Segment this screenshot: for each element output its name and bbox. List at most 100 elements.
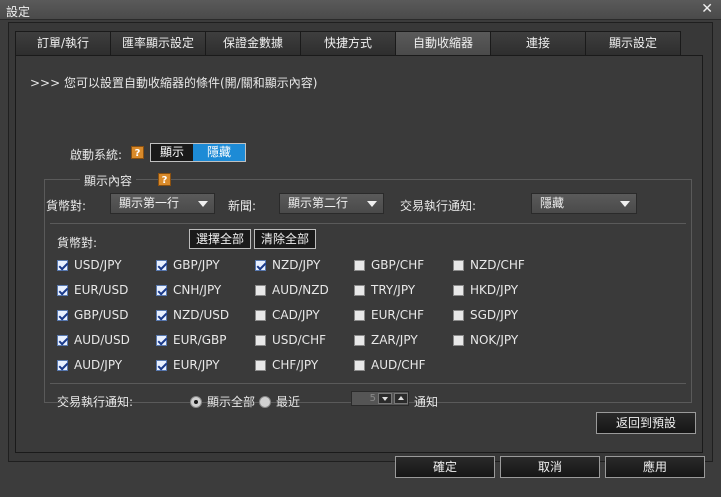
tab-5[interactable]: 自動收縮器 (395, 31, 491, 55)
pair-checkbox[interactable]: USD/CHF (255, 333, 326, 347)
chevron-down-icon (367, 201, 377, 207)
pair-checkbox[interactable]: CHF/JPY (255, 358, 318, 372)
tab-3[interactable]: 保證金數據 (205, 31, 301, 55)
pair-checkbox[interactable]: EUR/USD (57, 283, 128, 297)
title-bar: 設定 ✕ (0, 0, 721, 20)
radio-dot-icon (259, 395, 271, 408)
checkbox-checked-icon (57, 359, 68, 371)
pair-checkbox[interactable]: GBP/JPY (156, 258, 220, 272)
pair-label: AUD/CHF (371, 358, 426, 372)
pair-checkbox[interactable]: AUD/JPY (57, 358, 122, 372)
radio-dot-icon (190, 395, 202, 408)
reset-defaults-button[interactable]: 返回到預設 (596, 412, 696, 434)
settings-dialog: 訂單/執行 匯率顯示設定 保證金數據 快捷方式 自動收縮器 連接 顯示設定 >>> 您可以設… (8, 22, 713, 462)
chevron-down-icon (620, 201, 630, 207)
pair-checkbox[interactable]: AUD/NZD (255, 283, 329, 297)
pair-label: NZD/USD (173, 308, 230, 322)
tab-1[interactable]: 訂單/執行 (15, 31, 111, 55)
startup-label: 啟動系統: (70, 148, 123, 162)
pair-checkbox[interactable]: AUD/CHF (354, 358, 426, 372)
trade-notify-select[interactable]: 隱藏 (531, 193, 637, 214)
increment-icon[interactable] (394, 393, 408, 404)
show-all-radio[interactable]: 顯示全部 (190, 393, 255, 410)
pair-label: EUR/CHF (371, 308, 425, 322)
checkbox-checked-icon (57, 309, 68, 321)
ok-button[interactable]: 確定 (395, 456, 495, 478)
tab-bar: 訂單/執行 匯率顯示設定 保證金數據 快捷方式 自動收縮器 連接 顯示設定 (15, 31, 681, 55)
checkbox-empty-icon (354, 284, 365, 296)
pair-label: NZD/CHF (470, 258, 525, 272)
pair-checkbox[interactable]: EUR/CHF (354, 308, 424, 322)
checkbox-checked-icon (156, 359, 167, 371)
pair-checkbox[interactable]: CAD/JPY (255, 308, 320, 322)
divider (50, 383, 686, 384)
checkbox-checked-icon (156, 259, 167, 271)
chevron-down-icon (198, 201, 208, 207)
checkbox-empty-icon (354, 334, 365, 346)
news-row-select[interactable]: 顯示第二行 (279, 193, 384, 214)
apply-button[interactable]: 應用 (605, 456, 705, 478)
checkbox-checked-icon (57, 284, 68, 296)
pair-label: GBP/JPY (173, 258, 220, 272)
pair-checkbox[interactable]: USD/JPY (57, 258, 122, 272)
news-row-value: 顯示第二行 (288, 196, 349, 210)
pair-checkbox[interactable]: EUR/GBP (156, 333, 227, 347)
help-icon[interactable]: ? (158, 173, 171, 186)
pair-label: SGD/JPY (470, 308, 519, 322)
pair-label: CHF/JPY (272, 358, 319, 372)
clear-all-button[interactable]: 清除全部 (254, 229, 316, 249)
checkbox-empty-icon (354, 359, 365, 371)
pair-checkbox[interactable]: NZD/CHF (453, 258, 525, 272)
help-icon[interactable]: ? (131, 146, 144, 159)
pair-label: USD/CHF (272, 333, 326, 347)
pair-checkbox[interactable]: NZD/USD (156, 308, 229, 322)
checkbox-empty-icon (255, 334, 266, 346)
decrement-icon[interactable] (378, 393, 392, 404)
pair-checkbox[interactable]: NZD/JPY (255, 258, 320, 272)
pair-label: AUD/JPY (74, 358, 123, 372)
checkbox-empty-icon (255, 309, 266, 321)
checkbox-empty-icon (453, 284, 464, 296)
recent-count-stepper[interactable]: 5 (351, 391, 409, 406)
trade-notify-count-label: 交易執行通知: (57, 395, 134, 409)
pair-label: EUR/GBP (173, 333, 227, 347)
pair-checkbox[interactable]: NOK/JPY (453, 333, 518, 347)
pair-label: EUR/USD (74, 283, 129, 297)
pair-checkbox[interactable]: ZAR/JPY (354, 333, 418, 347)
pair-checkbox[interactable]: AUD/USD (57, 333, 130, 347)
trade-notify-label: 交易執行通知: (400, 199, 477, 213)
divider (50, 223, 686, 224)
tab-4[interactable]: 快捷方式 (300, 31, 396, 55)
pair-label: NZD/JPY (272, 258, 321, 272)
pairs-label: 貨幣對: (57, 236, 98, 250)
tab-7[interactable]: 顯示設定 (585, 31, 681, 55)
pair-checkbox[interactable]: SGD/JPY (453, 308, 518, 322)
select-all-button[interactable]: 選擇全部 (189, 229, 251, 249)
startup-hide-option[interactable]: 隱藏 (193, 144, 246, 161)
recent-radio[interactable]: 最近 (259, 393, 300, 410)
pair-checkbox[interactable]: GBP/USD (57, 308, 128, 322)
currency-pair-row-select[interactable]: 顯示第一行 (110, 193, 215, 214)
close-icon[interactable]: ✕ (701, 1, 713, 17)
pair-checkbox[interactable]: HKD/JPY (453, 283, 518, 297)
tab-2[interactable]: 匯率顯示設定 (110, 31, 206, 55)
startup-show-option[interactable]: 顯示 (151, 144, 194, 161)
notify-suffix: 通知 (414, 395, 439, 409)
checkbox-empty-icon (354, 259, 365, 271)
info-text: >>> 您可以設置自動收縮器的條件(開/關和顯示內容) (30, 76, 318, 90)
cancel-button[interactable]: 取消 (500, 456, 600, 478)
checkbox-empty-icon (453, 259, 464, 271)
pair-checkbox[interactable]: GBP/CHF (354, 258, 424, 272)
pair-checkbox[interactable]: EUR/JPY (156, 358, 220, 372)
checkbox-checked-icon (57, 259, 68, 271)
checkbox-checked-icon (156, 284, 167, 296)
tab-6[interactable]: 連接 (490, 31, 586, 55)
pair-label: GBP/USD (74, 308, 129, 322)
pair-label: NOK/JPY (470, 333, 519, 347)
pair-checkbox[interactable]: TRY/JPY (354, 283, 415, 297)
news-label: 新聞: (228, 199, 257, 213)
pair-checkbox[interactable]: CNH/JPY (156, 283, 221, 297)
pair-label: TRY/JPY (371, 283, 416, 297)
currency-pair-row-label: 貨幣對: (46, 199, 87, 213)
display-content-label: 顯示內容 (80, 172, 137, 189)
